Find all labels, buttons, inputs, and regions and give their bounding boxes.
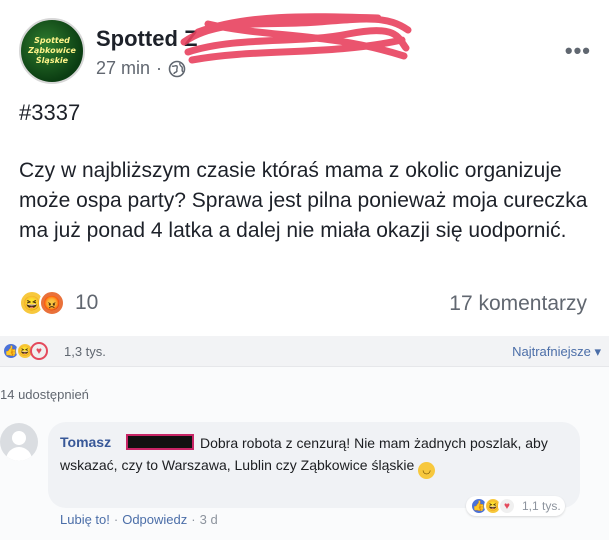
more-icon[interactable]: ••• (565, 38, 591, 64)
comment-stats-bar: 👍 😆 ♥ 1,3 tys. Najtrafniejsze ▾ (0, 336, 609, 366)
comment-reaction-total: 1,1 tys. (522, 499, 561, 513)
like-link[interactable]: Lubię to! (60, 512, 110, 527)
avatar-line-3: Śląskie (35, 56, 69, 65)
post-meta: 27 min · (96, 58, 186, 79)
avatar-line-2: Ząbkowice (28, 46, 76, 55)
sort-dropdown[interactable]: Najtrafniejsze ▾ (512, 344, 601, 360)
redaction-scribble (180, 13, 412, 64)
reaction-icons[interactable]: 👍 😆 ♥ (2, 342, 48, 360)
post-card: Spotted Ząbkowice Śląskie Spotted Z 27 m… (0, 0, 609, 335)
reaction-count: 10 (75, 291, 99, 314)
meta-separator: · (156, 58, 163, 78)
redaction-bar (126, 434, 194, 450)
post-reactions[interactable]: 😆 😡 10 (19, 290, 98, 316)
comment-time[interactable]: 3 d (200, 512, 218, 527)
reaction-total[interactable]: 1,3 tys. (64, 344, 106, 359)
action-separator: · (191, 512, 196, 527)
love-icon: ♥ (30, 342, 48, 360)
page-avatar[interactable]: Spotted Ząbkowice Śląskie (19, 18, 85, 84)
comment: Dobra robota z cenzurą! Nie mam żadnych … (0, 406, 609, 540)
action-separator: · (113, 512, 119, 527)
smiley-icon: ◡ (418, 462, 436, 479)
avatar-line-1: Spotted (34, 36, 70, 45)
post-time[interactable]: 27 min (96, 58, 150, 79)
reply-link[interactable]: Odpowiedz (122, 512, 187, 527)
comment-reactions[interactable]: 👍 😆 ♥ 1,1 tys. (466, 496, 565, 516)
post-id: #3337 (19, 100, 81, 125)
angry-icon: 😡 (39, 290, 65, 316)
comment-author[interactable]: Tomasz (60, 434, 111, 450)
avatar-icon[interactable] (0, 423, 38, 461)
shares-count[interactable]: 14 udostępnień (0, 387, 89, 402)
shares-bar: 14 udostępnień (0, 366, 609, 406)
comments-count[interactable]: 17 komentarzy (449, 292, 587, 316)
globe-icon (168, 60, 186, 77)
comment-actions: Lubię to! · Odpowiedz · 3 d (60, 512, 218, 527)
post-text: Czy w najbliższym czasie któraś mama z o… (19, 159, 588, 242)
love-icon: ♥ (498, 497, 516, 515)
